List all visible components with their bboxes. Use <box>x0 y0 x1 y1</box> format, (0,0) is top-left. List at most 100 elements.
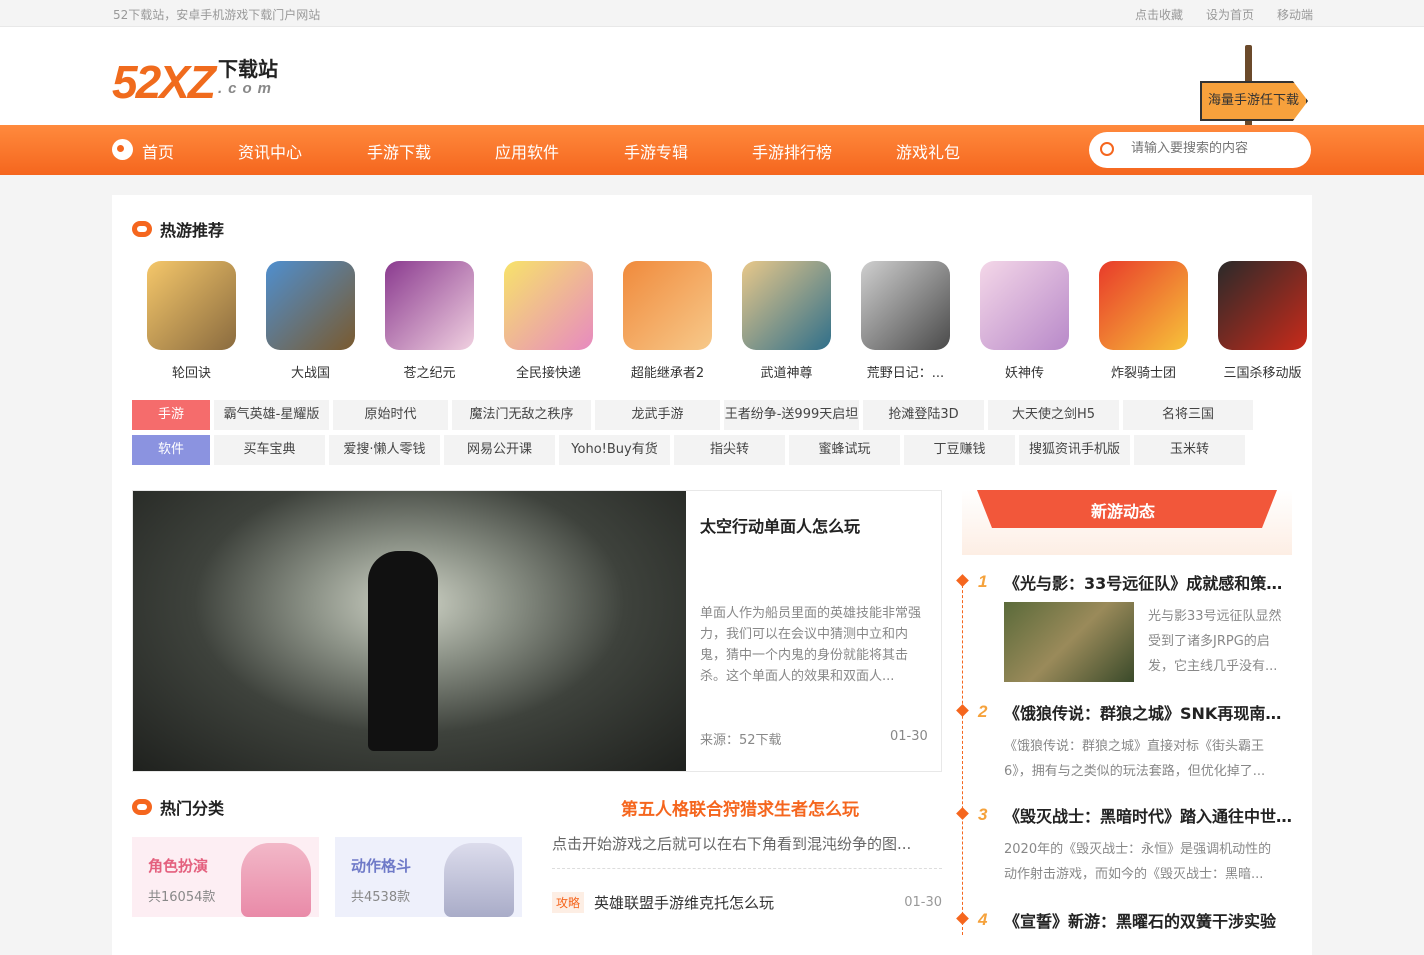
game-tags-label: 手游 <box>132 400 210 430</box>
featured-title[interactable]: 太空行动单面人怎么玩 <box>700 513 860 537</box>
entry-title[interactable]: 《毁灭战士：黑暗时代》踏入通往中世... <box>1004 803 1294 827</box>
soft-tag[interactable]: 蜜蜂试玩 <box>789 435 900 465</box>
game-icon <box>1099 261 1188 350</box>
game-card[interactable]: 妖神传 <box>965 261 1084 381</box>
mobile-link[interactable]: 移动端 <box>1277 6 1313 23</box>
game-tag[interactable]: 王者纷争-送999天启坦 <box>724 400 859 430</box>
game-card[interactable]: 轮回诀 <box>132 261 251 381</box>
featured-image-figure <box>368 551 438 751</box>
hot-games-heading: 热游推荐 <box>132 217 224 241</box>
game-card[interactable]: 三国杀移动版 <box>1203 261 1322 381</box>
game-tag[interactable]: 魔法门无敌之秩序 <box>452 400 591 430</box>
game-name: 三国杀移动版 <box>1223 366 1302 381</box>
game-icon <box>742 261 831 350</box>
game-name: 荒野日记：... <box>866 366 945 381</box>
game-icon <box>147 261 236 350</box>
game-name: 武道神尊 <box>760 366 813 381</box>
category-action[interactable]: 动作格斗 共4538款 <box>335 837 522 917</box>
nav-collections[interactable]: 手游专辑 <box>624 139 688 163</box>
panel-ribbon: 新游动态 <box>962 490 1292 555</box>
soft-tag[interactable]: 爱搜·懒人零钱 <box>329 435 440 465</box>
entry-desc-line: 《饿狼传说：群狼之城》直接对标《街头霸王 <box>1004 739 1265 754</box>
news-tag: 攻略 <box>552 892 585 913</box>
nav-home[interactable]: 首页 <box>142 139 174 163</box>
top-links: 点击收藏 设为首页 移动端 <box>1135 6 1313 23</box>
soft-tag[interactable]: 网易公开课 <box>444 435 555 465</box>
game-card[interactable]: 炸裂骑士团 <box>1084 261 1203 381</box>
game-icon <box>385 261 474 350</box>
game-icon <box>504 261 593 350</box>
featured-date: 01-30 <box>890 729 928 744</box>
game-card[interactable]: 超能继承者2 <box>608 261 727 381</box>
home-icon <box>112 139 133 160</box>
nav-news[interactable]: 资讯中心 <box>238 139 302 163</box>
game-name: 超能继承者2 <box>630 366 705 381</box>
game-card[interactable]: 大战国 <box>251 261 370 381</box>
entry-image[interactable] <box>1004 602 1134 682</box>
entry-desc: 《饿狼传说：群狼之城》直接对标《街头霸王 6》，拥有与之类似的玩法套路，但优化掉… <box>1004 734 1265 784</box>
news-date: 01-30 <box>904 895 942 910</box>
hot-news-desc: 点击开始游戏之后就可以在右下角看到混沌纷争的图... <box>552 835 912 853</box>
soft-tag[interactable]: 搜狐资讯手机版 <box>1019 435 1130 465</box>
panel-title: 新游动态 <box>1090 502 1155 521</box>
game-tag[interactable]: 原始时代 <box>333 400 448 430</box>
soft-tag[interactable]: 丁豆赚钱 <box>904 435 1015 465</box>
search-box <box>1089 132 1311 168</box>
entry-desc-line: 6》，拥有与之类似的玩法套路，但优化掉了... <box>1004 764 1266 779</box>
game-name: 炸裂骑士团 <box>1110 366 1176 381</box>
featured-desc: 单面人作为船员里面的英雄技能非常强力，我们可以在会议中猜测中立和内鬼，猜中一个内… <box>700 606 922 684</box>
game-tag[interactable]: 龙武手游 <box>595 400 720 430</box>
soft-tag[interactable]: 指尖转 <box>674 435 785 465</box>
featured-article[interactable]: 太空行动单面人怎么玩 单面人作为船员里面的英雄技能非常强力，我们可以在会议中猜测… <box>132 490 942 772</box>
soft-tag[interactable]: 玉米转 <box>1134 435 1245 465</box>
entry-number: 2 <box>978 702 988 721</box>
search-input[interactable] <box>1131 141 1301 156</box>
diamond-icon <box>956 704 969 717</box>
hot-games-list: 轮回诀 大战国 苍之纪元 全民接快递 超能继承者2 武道神尊 荒野日记：... … <box>132 261 1322 381</box>
category-rpg[interactable]: 角色扮演 共16054款 <box>132 837 319 917</box>
nav-gifts[interactable]: 游戏礼包 <box>896 139 960 163</box>
entry-number: 1 <box>978 572 988 591</box>
entry-number: 4 <box>978 910 988 929</box>
divider <box>552 868 942 869</box>
diamond-icon <box>956 807 969 820</box>
entry-title[interactable]: 《光与影：33号远征队》成就感和策略... <box>1004 570 1294 594</box>
nav-rankings[interactable]: 手游排行榜 <box>752 139 832 163</box>
timeline-line <box>962 575 964 935</box>
entry-title[interactable]: 《饿狼传说：群狼之城》SNK再现南镇... <box>1004 700 1294 724</box>
signpost-banner[interactable]: 海量手游任下载 <box>1200 45 1312 137</box>
soft-tags-label: 软件 <box>132 435 210 465</box>
game-tag[interactable]: 霸气英雄-星耀版 <box>214 400 329 430</box>
gamepad-icon <box>132 221 152 237</box>
soft-tag[interactable]: 买车宝典 <box>214 435 325 465</box>
game-name: 妖神传 <box>1004 366 1044 381</box>
nav-games[interactable]: 手游下载 <box>367 139 431 163</box>
bookmark-link[interactable]: 点击收藏 <box>1135 6 1183 23</box>
site-slogan: 52下载站，安卓手机游戏下载门户网站 <box>113 8 321 22</box>
hot-categories-heading: 热门分类 <box>132 795 224 819</box>
game-tag[interactable]: 名将三国 <box>1123 400 1253 430</box>
search-icon[interactable] <box>1100 142 1114 156</box>
news-row[interactable]: 攻略 英雄联盟手游维克托怎么玩 01-30 <box>552 892 942 913</box>
gamepad-icon <box>132 799 152 815</box>
game-card[interactable]: 全民接快递 <box>489 261 608 381</box>
entry-title[interactable]: 《宣誓》新游：黑曜石的双簧干涉实验 <box>1004 908 1294 932</box>
game-tag[interactable]: 大天使之剑H5 <box>988 400 1119 430</box>
game-card[interactable]: 武道神尊 <box>727 261 846 381</box>
entry-desc-line: 发，它主线几乎没有... <box>1148 659 1278 674</box>
game-name: 轮回诀 <box>171 366 211 381</box>
entry-desc-line: 受到了诸多JRPG的启 <box>1148 634 1270 649</box>
main-content: 热游推荐 轮回诀 大战国 苍之纪元 全民接快递 超能继承者2 武道神尊 荒野日记… <box>112 195 1312 955</box>
news-title[interactable]: 英雄联盟手游维克托怎么玩 <box>594 892 904 913</box>
game-card[interactable]: 荒野日记：... <box>846 261 965 381</box>
soft-tag[interactable]: Yoho!Buy有货 <box>559 435 670 465</box>
game-card[interactable]: 苍之纪元 <box>370 261 489 381</box>
game-icon <box>861 261 950 350</box>
game-name: 苍之纪元 <box>403 366 456 381</box>
main-nav: 首页 资讯中心 手游下载 应用软件 手游专辑 手游排行榜 游戏礼包 <box>0 125 1424 175</box>
set-homepage-link[interactable]: 设为首页 <box>1206 6 1254 23</box>
hot-news-headline[interactable]: 第五人格联合狩猎求生者怎么玩 <box>621 795 859 820</box>
nav-apps[interactable]: 应用软件 <box>495 139 559 163</box>
category-art <box>241 843 311 917</box>
game-tag[interactable]: 抢滩登陆3D <box>863 400 984 430</box>
